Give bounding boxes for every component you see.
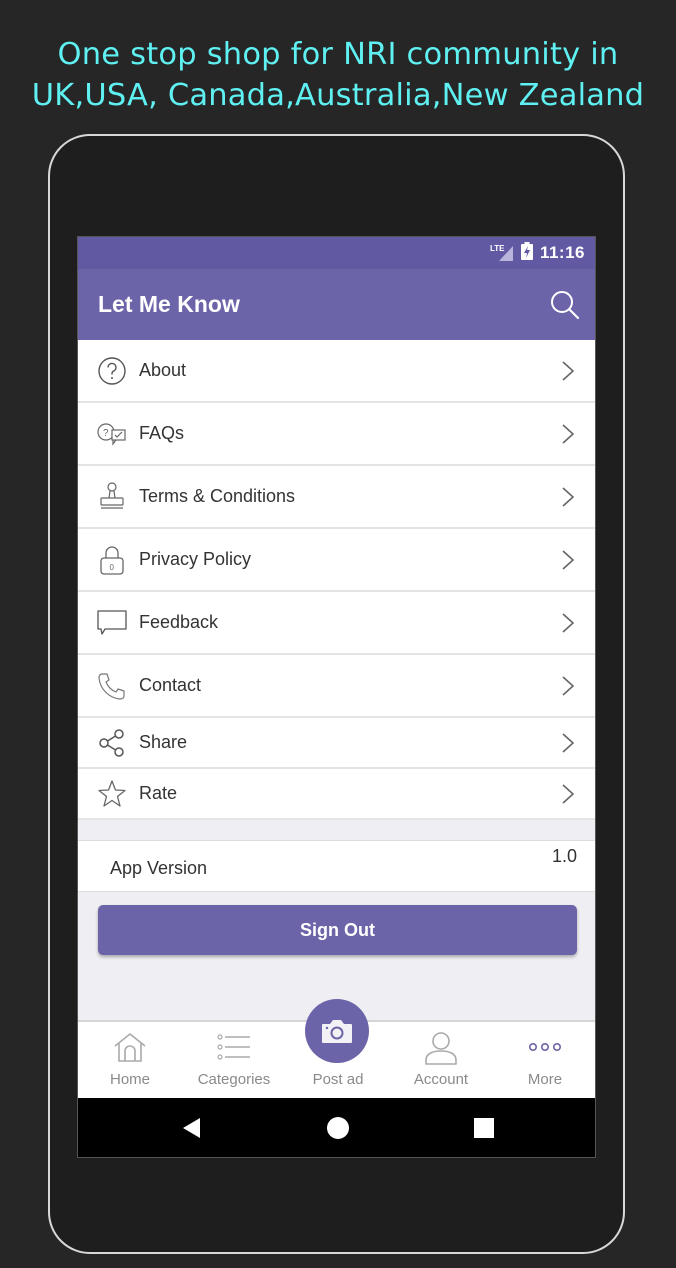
chevron-right-icon (562, 360, 575, 381)
menu-item-rate[interactable]: Rate (78, 769, 595, 820)
menu-item-privacy[interactable]: 0 Privacy Policy (78, 529, 595, 592)
menu-item-label: Terms & Conditions (139, 486, 296, 506)
home-circle-icon[interactable] (326, 1116, 350, 1140)
question-circle-icon (96, 355, 128, 387)
app-version-row: App Version 1.0 (78, 841, 595, 892)
chevron-right-icon (562, 612, 575, 633)
faq-chat-icon: ? (96, 418, 128, 450)
camera-icon (322, 1020, 352, 1043)
chevron-right-icon (562, 423, 575, 444)
promo-line-2: UK,USA, Canada,Australia,New Zealand (31, 78, 645, 113)
promo-headline: One stop shop for NRI community in UK,US… (0, 34, 676, 116)
nav-home[interactable]: Home (78, 1022, 182, 1100)
menu-item-feedback[interactable]: Feedback (78, 592, 595, 655)
status-bar: LTE 11:16 (78, 237, 595, 269)
speech-bubble-icon (96, 607, 128, 639)
chevron-right-icon (562, 486, 575, 507)
sign-out-button[interactable]: Sign Out (98, 905, 577, 955)
home-icon (114, 1032, 146, 1062)
menu-item-label: Feedback (139, 612, 219, 632)
phone-icon (96, 670, 128, 702)
menu-item-contact[interactable]: Contact (78, 655, 595, 718)
chevron-right-icon (562, 732, 575, 753)
menu-item-about[interactable]: About (78, 340, 595, 403)
menu-item-label: Privacy Policy (139, 549, 252, 569)
search-icon (551, 291, 580, 320)
lock-icon: 0 (96, 544, 128, 576)
menu-item-label: Rate (139, 783, 178, 803)
chevron-right-icon (562, 549, 575, 570)
status-icons: LTE 11:16 (490, 242, 585, 264)
nav-label: Categories (197, 1071, 271, 1088)
menu-item-label: About (139, 360, 187, 380)
menu-item-label: FAQs (139, 423, 185, 443)
nav-label: Post ad (312, 1071, 364, 1088)
status-time: 11:16 (539, 243, 585, 262)
nav-label: Home (109, 1071, 150, 1088)
promo-line-1: One stop shop for NRI community in (57, 37, 619, 72)
share-icon (96, 727, 128, 759)
person-icon (425, 1032, 457, 1065)
lte-signal-icon: LTE (490, 244, 514, 262)
svg-text:0: 0 (110, 563, 115, 572)
app-title: Let Me Know (98, 291, 240, 317)
more-dots-icon (528, 1043, 561, 1052)
search-button[interactable] (549, 289, 581, 321)
menu-item-label: Share (139, 732, 188, 752)
star-icon (96, 778, 128, 810)
stamp-icon (96, 481, 128, 513)
system-navigation-bar (78, 1098, 595, 1157)
chevron-right-icon (562, 783, 575, 804)
settings-menu: About ? FAQs Terms & Conditions 0 Privac… (78, 340, 595, 820)
back-triangle-icon[interactable] (180, 1116, 202, 1140)
battery-charging-icon (520, 242, 533, 264)
menu-item-share[interactable]: Share (78, 718, 595, 769)
phone-screen: LTE 11:16 Let Me Know About ? FAQs Terms… (77, 236, 596, 1158)
section-spacer (78, 820, 595, 841)
app-version-value: 1.0 (551, 846, 577, 866)
menu-item-faqs[interactable]: ? FAQs (78, 403, 595, 466)
menu-item-terms[interactable]: Terms & Conditions (78, 466, 595, 529)
nav-more[interactable]: More (493, 1022, 595, 1100)
list-icon (217, 1034, 250, 1060)
nav-categories[interactable]: Categories (182, 1022, 286, 1100)
post-ad-camera-button[interactable] (305, 999, 369, 1063)
app-bar: Let Me Know (78, 269, 595, 340)
nav-account[interactable]: Account (389, 1022, 493, 1100)
chevron-right-icon (562, 675, 575, 696)
recents-square-icon[interactable] (473, 1116, 495, 1140)
menu-item-label: Contact (139, 675, 202, 695)
app-version-label: App Version (110, 858, 208, 878)
nav-label: Account (413, 1071, 469, 1088)
nav-label: More (527, 1071, 563, 1088)
svg-text:?: ? (103, 428, 109, 439)
